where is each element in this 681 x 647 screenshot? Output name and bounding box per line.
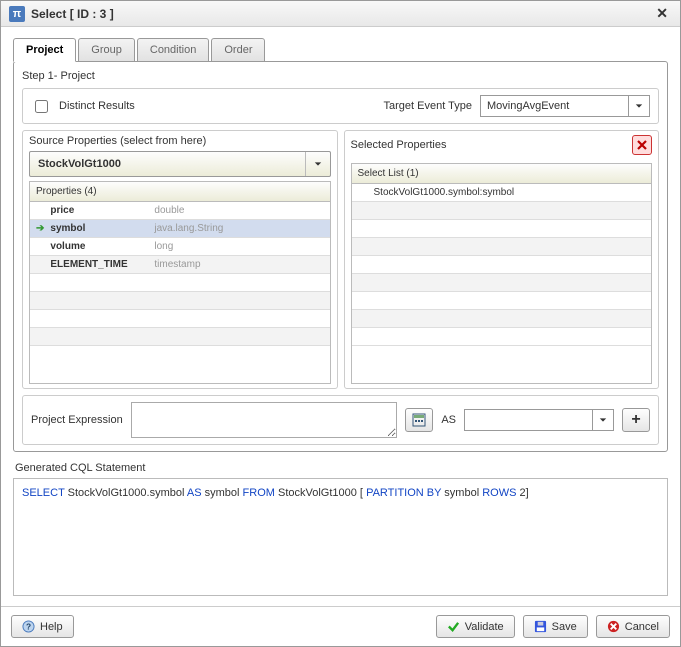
prop-name: ELEMENT_TIME	[50, 259, 150, 270]
titlebar: π Select [ ID : 3 ] ✕	[1, 1, 680, 27]
arrow-right-icon: ➔	[36, 223, 44, 234]
cql-output: SELECT StockVolGt1000.symbol AS symbol F…	[13, 478, 668, 596]
source-grid-header: Properties (4)	[29, 181, 331, 202]
selected-grid: StockVolGt1000.symbol:symbol	[351, 184, 653, 384]
target-event-value: MovingAvgEvent	[487, 100, 569, 112]
project-panel: Step 1- Project Distinct Results Target …	[13, 61, 668, 452]
check-icon	[447, 620, 460, 633]
save-icon	[534, 620, 547, 633]
top-row: Distinct Results Target Event Type Movin…	[22, 88, 659, 124]
prop-type: long	[154, 241, 173, 252]
help-icon: ?	[22, 620, 35, 633]
table-row	[30, 274, 330, 292]
selected-box: Selected Properties Select List (1) Stoc…	[344, 130, 660, 389]
prop-type: timestamp	[154, 259, 200, 270]
table-row	[352, 310, 652, 328]
distinct-checkbox[interactable]	[35, 100, 48, 113]
add-button[interactable]: +	[622, 408, 650, 432]
table-row	[30, 310, 330, 328]
source-title: Source Properties (select from here)	[29, 135, 331, 147]
help-button[interactable]: ? Help	[11, 615, 74, 638]
source-grid: ➔ price double ➔ symbol java.lang.String…	[29, 202, 331, 384]
tab-order[interactable]: Order	[211, 38, 265, 62]
select-dialog: π Select [ ID : 3 ] ✕ Project Group Cond…	[0, 0, 681, 647]
function-button[interactable]	[405, 408, 433, 432]
plus-icon: +	[631, 412, 640, 428]
cancel-icon	[607, 620, 620, 633]
table-row[interactable]: ➔ price double	[30, 202, 330, 220]
expression-input[interactable]	[131, 402, 398, 438]
calculator-icon	[412, 413, 426, 427]
table-row[interactable]: ➔ symbol java.lang.String	[30, 220, 330, 238]
source-combo-value: StockVolGt1000	[38, 158, 121, 170]
prop-name: symbol	[50, 223, 150, 234]
selected-title: Selected Properties	[351, 139, 447, 151]
table-row	[352, 256, 652, 274]
table-row	[352, 274, 652, 292]
prop-name: price	[50, 205, 150, 216]
table-row	[352, 292, 652, 310]
table-row	[30, 292, 330, 310]
table-row	[352, 328, 652, 346]
validate-button[interactable]: Validate	[436, 615, 515, 638]
prop-name: volume	[50, 241, 150, 252]
table-row	[352, 202, 652, 220]
validate-label: Validate	[465, 621, 504, 633]
save-label: Save	[552, 621, 577, 633]
prop-type: java.lang.String	[154, 223, 223, 234]
table-row[interactable]: StockVolGt1000.symbol:symbol	[352, 184, 652, 202]
selected-grid-header: Select List (1)	[351, 163, 653, 184]
table-row	[30, 328, 330, 346]
target-event-label: Target Event Type	[384, 100, 472, 112]
tab-project[interactable]: Project	[13, 38, 76, 62]
as-label: AS	[441, 414, 456, 426]
table-row[interactable]: ➔ ELEMENT_TIME timestamp	[30, 256, 330, 274]
window-title: Select [ ID : 3 ]	[31, 7, 114, 21]
tab-bar: Project Group Condition Order	[13, 37, 668, 61]
svg-text:?: ?	[26, 621, 31, 631]
tab-group[interactable]: Group	[78, 38, 135, 62]
chevron-down-icon	[305, 152, 322, 176]
save-button[interactable]: Save	[523, 615, 588, 638]
cancel-button[interactable]: Cancel	[596, 615, 670, 638]
pi-icon: π	[9, 6, 25, 22]
as-select[interactable]	[464, 409, 614, 431]
expression-label: Project Expression	[31, 414, 123, 426]
cql-label: Generated CQL Statement	[15, 462, 668, 474]
selected-item-text: StockVolGt1000.symbol:symbol	[374, 187, 515, 198]
source-combo[interactable]: StockVolGt1000	[29, 151, 331, 177]
delete-x-icon	[636, 139, 648, 151]
source-box: Source Properties (select from here) Sto…	[22, 130, 338, 389]
table-row	[352, 238, 652, 256]
table-row	[352, 220, 652, 238]
chevron-down-icon	[628, 96, 643, 116]
table-row[interactable]: ➔ volume long	[30, 238, 330, 256]
cancel-label: Cancel	[625, 621, 659, 633]
distinct-label: Distinct Results	[59, 100, 135, 112]
expression-row: Project Expression AS	[22, 395, 659, 445]
prop-type: double	[154, 205, 184, 216]
delete-button[interactable]	[632, 135, 652, 155]
target-event-select[interactable]: MovingAvgEvent	[480, 95, 650, 117]
close-icon[interactable]: ✕	[652, 5, 672, 22]
footer: ? Help Validate Save Cancel	[1, 606, 680, 646]
chevron-down-icon	[592, 410, 607, 430]
step-title: Step 1- Project	[22, 70, 659, 82]
help-label: Help	[40, 621, 63, 633]
tab-condition[interactable]: Condition	[137, 38, 209, 62]
